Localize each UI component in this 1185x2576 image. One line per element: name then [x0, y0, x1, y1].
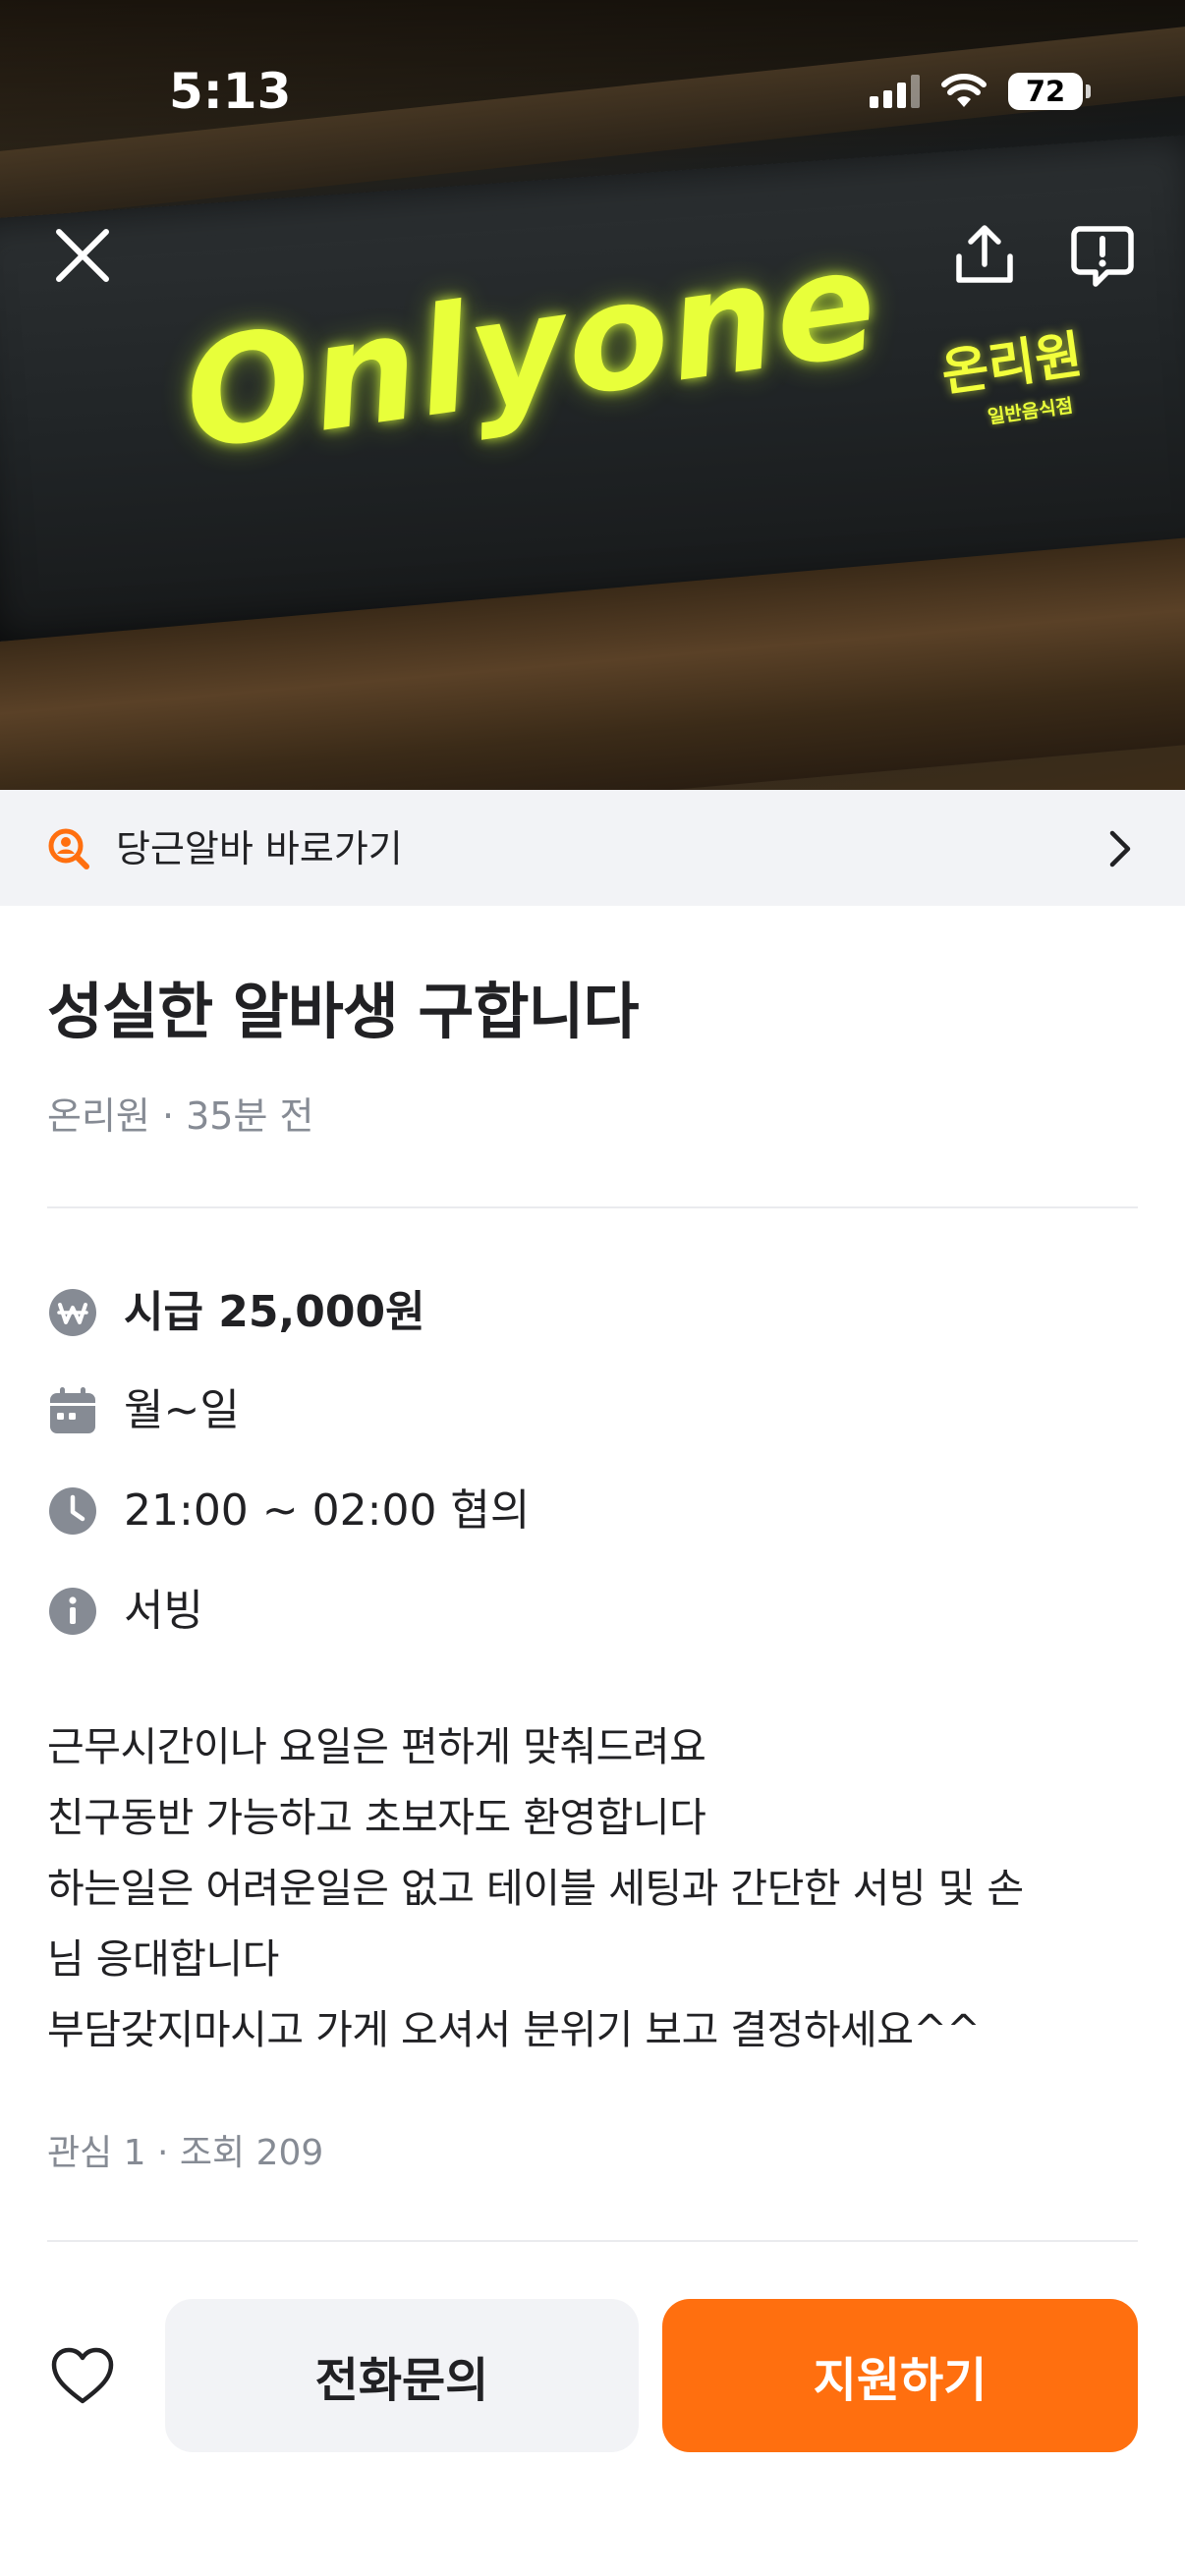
- calendar-icon: [47, 1385, 98, 1436]
- close-icon: [56, 229, 109, 282]
- days-text: 월~일: [124, 1385, 240, 1435]
- status-icons: 72: [870, 73, 1091, 110]
- description-line: 님 응대합니다: [47, 1935, 279, 1983]
- post-meta: 온리원 · 35분 전: [47, 1094, 314, 1138]
- job-shortcut-bar[interactable]: 당근알바 바로가기: [0, 790, 1185, 906]
- wage-row: 시급 25,000원: [47, 1283, 425, 1342]
- like-button[interactable]: [47, 2340, 118, 2411]
- divider: [47, 2240, 1138, 2242]
- wifi-icon: [941, 74, 987, 107]
- chevron-right-icon: [1109, 830, 1131, 868]
- hours-row: 21:00 ~ 02:00 협의: [47, 1482, 530, 1540]
- cellular-signal-icon: [870, 75, 920, 108]
- status-time: 5:13: [169, 63, 292, 120]
- share-icon: [956, 225, 1013, 283]
- post-stats: 관심 1 · 조회 209: [47, 2133, 324, 2173]
- description-line: 친구동반 가능하고 초보자도 환영합니다: [47, 1794, 706, 1841]
- hours-text: 21:00 ~ 02:00 협의: [124, 1485, 531, 1536]
- days-row: 월~일: [47, 1381, 240, 1440]
- description-line: 부담갖지마시고 가게 오셔서 분위기 보고 결정하세요^^: [47, 2006, 981, 2053]
- job-type-text: 서빙: [124, 1586, 203, 1636]
- share-button[interactable]: [945, 216, 1024, 295]
- description-line: 하는일은 어려운일은 없고 테이블 세팅과 간단한 서빙 및 손: [47, 1865, 1024, 1912]
- job-type-row: 서빙: [47, 1582, 203, 1641]
- battery-level: 72: [1025, 75, 1066, 108]
- heart-icon: [51, 2347, 114, 2404]
- apply-button[interactable]: 지원하기: [662, 2299, 1138, 2452]
- description-line: 근무시간이나 요일은 편하게 맞춰드려요: [47, 1723, 706, 1770]
- post-title: 성실한 알바생 구합니다: [47, 976, 640, 1047]
- report-icon: [1071, 226, 1134, 287]
- call-inquiry-button[interactable]: 전화문의: [165, 2299, 639, 2452]
- search-person-icon: [48, 828, 89, 869]
- shortcut-label: 당근알바 바로가기: [116, 827, 403, 870]
- clock-icon: [47, 1485, 98, 1537]
- close-button[interactable]: [43, 216, 122, 295]
- info-icon: [47, 1586, 98, 1637]
- wage-text: 시급 25,000원: [124, 1287, 425, 1337]
- divider: [47, 1206, 1138, 1208]
- report-button[interactable]: [1063, 216, 1142, 295]
- battery-icon: 72: [1008, 73, 1091, 110]
- won-icon: [47, 1287, 98, 1338]
- post-description: 근무시간이나 요일은 편하게 맞춰드려요 친구동반 가능하고 초보자도 환영합니…: [47, 1711, 1148, 2065]
